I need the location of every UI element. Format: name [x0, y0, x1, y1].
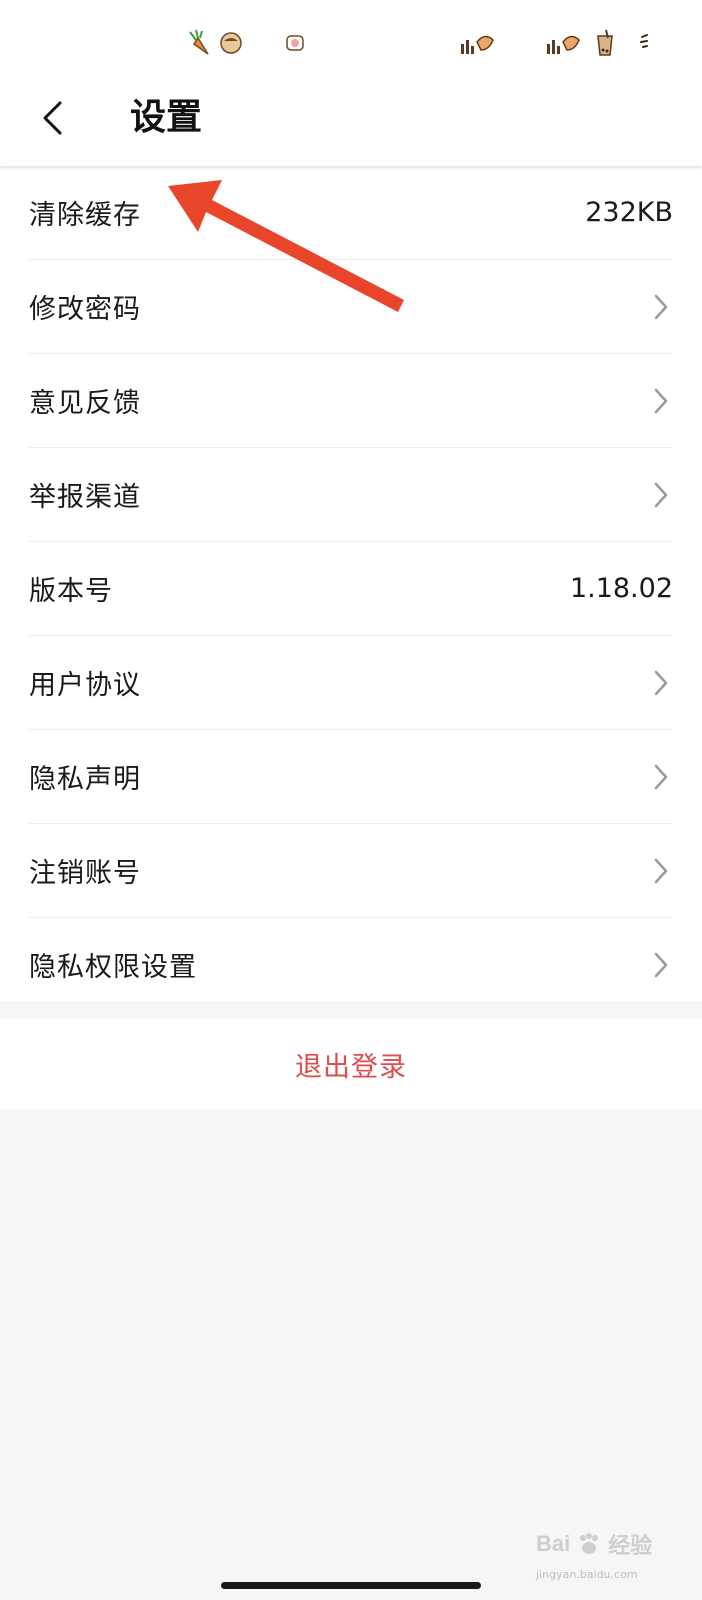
logout-label: 退出登录 [295, 1051, 407, 1083]
chevron-right-icon [649, 949, 673, 981]
chevron-right-icon [649, 291, 673, 323]
settings-row-label: 举报渠道 [29, 482, 141, 513]
takoyaki-icon [214, 26, 248, 60]
watermark-url: jingyan.baidu.com [536, 1568, 638, 1581]
settings-row-change-password[interactable]: 修改密码 [29, 260, 673, 354]
cache-size-value: 232KB [585, 197, 673, 228]
status-bar [0, 0, 702, 80]
paw-icon [580, 1533, 599, 1554]
settings-row-label: 隐私权限设置 [29, 952, 197, 983]
sushi-icon [278, 26, 312, 60]
settings-row-label: 版本号 [29, 576, 113, 607]
settings-row-privacy-permissions[interactable]: 隐私权限设置 [29, 918, 673, 1011]
top-header: 设置 [0, 0, 702, 166]
chevron-right-icon [649, 761, 673, 793]
battery-icon [630, 26, 664, 60]
chevron-right-icon [649, 667, 673, 699]
logout-button[interactable]: 退出登录 [0, 1019, 702, 1109]
home-indicator[interactable] [221, 1582, 481, 1589]
settings-row-privacy-statement[interactable]: 隐私声明 [29, 730, 673, 824]
version-value: 1.18.02 [569, 573, 673, 604]
chevron-right-icon [649, 385, 673, 417]
settings-row-label: 用户协议 [29, 670, 141, 701]
settings-row-report-channel[interactable]: 举报渠道 [29, 448, 673, 542]
settings-row-user-agreement[interactable]: 用户协议 [29, 636, 673, 730]
chevron-right-icon [649, 479, 673, 511]
settings-row-clear-cache[interactable]: 清除缓存 232KB [29, 166, 673, 260]
settings-row-label: 清除缓存 [29, 200, 141, 231]
settings-row-feedback[interactable]: 意见反馈 [29, 354, 673, 448]
settings-list: 清除缓存 232KB 修改密码 意见反馈 举报渠道 版本号 1.18.02 用户… [0, 166, 702, 1001]
settings-row-version[interactable]: 版本号 1.18.02 [29, 542, 673, 636]
settings-row-label: 隐私声明 [29, 764, 141, 795]
signal-taiyaki-icon [544, 26, 584, 60]
signal-taiyaki-icon [458, 26, 498, 60]
back-chevron-icon [43, 101, 62, 135]
settings-row-label: 意见反馈 [29, 388, 141, 419]
watermark-logo-suffix: 经验 [608, 1533, 653, 1558]
baidu-watermark: Bai 经验 [536, 1524, 676, 1564]
bubble-tea-icon [588, 26, 622, 60]
carrot-icon [182, 26, 216, 60]
chevron-right-icon [649, 855, 673, 887]
back-button[interactable] [26, 92, 78, 144]
settings-row-delete-account[interactable]: 注销账号 [29, 824, 673, 918]
watermark-logo-text: Bai [536, 1531, 571, 1556]
settings-row-label: 注销账号 [29, 858, 141, 889]
settings-row-label: 修改密码 [29, 294, 141, 325]
page-title: 设置 [130, 97, 203, 138]
nav-bar: 设置 [0, 80, 702, 166]
